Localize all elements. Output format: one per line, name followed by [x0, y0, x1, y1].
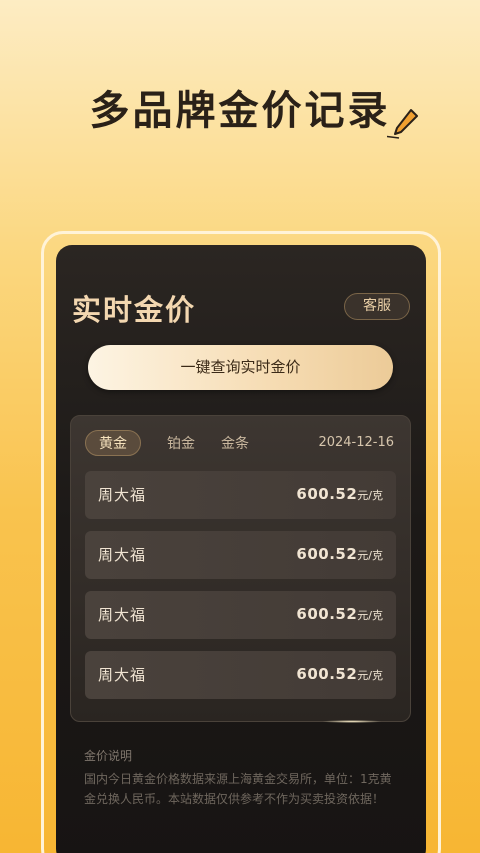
brand-name: 周大福: [98, 606, 147, 624]
brand-name: 周大福: [98, 546, 147, 564]
price-unit: 元/克: [357, 489, 383, 502]
pen-icon: [386, 109, 418, 139]
price-value: 600.52元/克: [296, 604, 383, 623]
tab-platinum[interactable]: 铂金: [167, 433, 195, 453]
price-unit: 元/克: [357, 609, 383, 622]
brand-name: 周大福: [98, 666, 147, 684]
price-row[interactable]: 周大福 600.52元/克: [85, 531, 396, 579]
metal-tabs: 黄金 铂金 金条: [85, 430, 275, 456]
price-value: 600.52元/克: [296, 484, 383, 503]
note-title: 金价说明: [84, 749, 133, 763]
tab-gold-bar[interactable]: 金条: [221, 433, 249, 453]
price-unit: 元/克: [357, 549, 383, 562]
price-row[interactable]: 周大福 600.52元/克: [85, 471, 396, 519]
price-number: 600.52: [296, 485, 358, 503]
price-row[interactable]: 周大福 600.52元/克: [85, 651, 396, 699]
price-date: 2024-12-16: [318, 435, 394, 450]
note-body: 国内今日黄金价格数据来源上海黄金交易所，单位：1克黄金兑换人民币。本站数据仅供参…: [84, 772, 392, 806]
price-number: 600.52: [296, 605, 358, 623]
panel-glow: [322, 720, 382, 723]
app-screen: 实时金价 客服 一键查询实时金价 黄金 铂金 金条 2024-12-16 周大福…: [56, 245, 426, 853]
customer-service-button[interactable]: 客服: [344, 293, 410, 320]
tab-gold[interactable]: 黄金: [85, 430, 141, 456]
headline-area: 多品牌金价记录: [0, 78, 480, 139]
price-value: 600.52元/克: [296, 544, 383, 563]
price-number: 600.52: [296, 545, 358, 563]
brand-name: 周大福: [98, 486, 147, 504]
price-row[interactable]: 周大福 600.52元/克: [85, 591, 396, 639]
price-value: 600.52元/克: [296, 664, 383, 683]
screen-title: 实时金价: [72, 293, 197, 327]
price-number: 600.52: [296, 665, 358, 683]
price-unit: 元/克: [357, 669, 383, 682]
price-panel: 黄金 铂金 金条 2024-12-16 周大福 600.52元/克 周大福 60…: [70, 415, 411, 723]
page-headline: 多品牌金价记录: [89, 78, 418, 139]
query-price-button[interactable]: 一键查询实时金价: [88, 345, 393, 390]
headline-text: 多品牌金价记录: [89, 88, 391, 134]
